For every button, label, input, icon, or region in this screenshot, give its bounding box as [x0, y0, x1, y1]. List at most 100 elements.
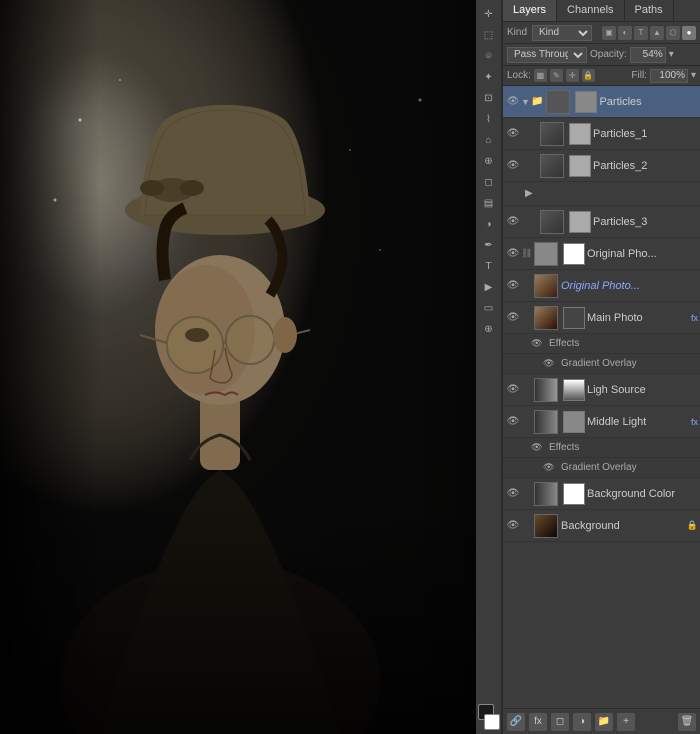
lock-icons: ▩ ✎ ✛ 🔒 — [534, 69, 595, 82]
fill-label: Fill: — [631, 70, 647, 81]
layer-thumb-particles-2 — [540, 154, 564, 178]
layer-mask-bg-color — [563, 483, 585, 505]
gradient-overlay-middle: 👁 Gradient Overlay — [503, 458, 700, 478]
tab-layers[interactable]: Layers — [503, 0, 557, 21]
layer-bg-color[interactable]: 👁 Background Color — [503, 478, 700, 510]
tool-eraser[interactable]: ◻ — [479, 172, 499, 192]
tool-zoom[interactable]: ⊕ — [479, 319, 499, 339]
layer-eye-particles-1[interactable]: 👁 — [505, 126, 521, 142]
layer-eye-middle[interactable]: 👁 — [505, 414, 521, 430]
layer-eye-ligh[interactable]: 👁 — [505, 382, 521, 398]
layer-ligh-source[interactable]: 👁 Ligh Source — [503, 374, 700, 406]
tool-dodge[interactable]: ◑ — [479, 214, 499, 234]
layer-eye-particles-3[interactable]: 👁 — [505, 214, 521, 230]
effects-eye-middle[interactable]: 👁 — [531, 442, 545, 453]
tool-gradient[interactable]: ▤ — [479, 193, 499, 213]
tool-marquee[interactable]: ⬚ — [479, 25, 499, 45]
tool-eyedropper[interactable]: ⌇ — [479, 109, 499, 129]
layer-mask-particles-1 — [569, 123, 591, 145]
new-group-button[interactable]: 📁 — [595, 713, 613, 731]
layer-background[interactable]: 👁 Background 🔒 — [503, 510, 700, 542]
layer-thumb-orig-smart — [534, 242, 558, 266]
filter-shape-icon[interactable]: ▲ — [650, 26, 664, 40]
opacity-input[interactable] — [630, 47, 666, 63]
tool-shape[interactable]: ▭ — [479, 298, 499, 318]
layer-eye-bg[interactable]: 👁 — [505, 518, 521, 534]
tool-pen[interactable]: ✒ — [479, 235, 499, 255]
lock-position-icon[interactable]: ✛ — [566, 69, 579, 82]
lock-transparent-icon[interactable]: ▩ — [534, 69, 547, 82]
add-mask-button[interactable]: ◻ — [551, 713, 569, 731]
filter-toggle-icon[interactable]: ● — [682, 26, 696, 40]
layer-eye-orig-smart[interactable]: 👁 — [505, 246, 521, 262]
lock-all-icon[interactable]: 🔒 — [582, 69, 595, 82]
layer-play-row[interactable]: ▶ — [503, 182, 700, 206]
layer-main-photo[interactable]: 👁 Main Photo fx — [503, 302, 700, 334]
layer-middle-light[interactable]: 👁 Middle Light fx — [503, 406, 700, 438]
layer-particles-1[interactable]: 👁 Particles_1 — [503, 118, 700, 150]
filter-label: Kind — [507, 27, 527, 38]
filter-type-icon[interactable]: T — [634, 26, 648, 40]
layer-particles[interactable]: 👁 ▼ 📁 Particles — [503, 86, 700, 118]
filter-adjust-icon[interactable]: ◐ — [618, 26, 632, 40]
layer-thumb-particles-3 — [540, 210, 564, 234]
tool-clone[interactable]: ⊕ — [479, 151, 499, 171]
layer-mask-orig-smart — [563, 243, 585, 265]
lock-row: Lock: ▩ ✎ ✛ 🔒 Fill: ▾ — [503, 66, 700, 86]
tool-path-select[interactable]: ▶ — [479, 277, 499, 297]
layers-panel: Layers Channels Paths Kind Kind ▣ ◐ T ▲ … — [502, 0, 700, 734]
opacity-arrow[interactable]: ▾ — [669, 49, 674, 60]
lock-label: Lock: — [507, 70, 531, 81]
tool-move[interactable]: ✛ — [479, 4, 499, 24]
layer-original-smart[interactable]: 👁 ⛓ Original Pho... — [503, 238, 700, 270]
lock-pixels-icon[interactable]: ✎ — [550, 69, 563, 82]
layer-particles-3[interactable]: 👁 Particles_3 — [503, 206, 700, 238]
tool-magic-wand[interactable]: ✦ — [479, 67, 499, 87]
layer-mask-particles — [575, 91, 597, 113]
tool-crop[interactable]: ⊡ — [479, 88, 499, 108]
layer-thumb-orig — [534, 274, 558, 298]
tab-paths[interactable]: Paths — [625, 0, 674, 21]
gradient-overlay-main-label: Gradient Overlay — [561, 358, 637, 369]
layer-lock-icon-bg: 🔒 — [687, 520, 698, 531]
gradient-eye-middle[interactable]: 👁 — [543, 462, 557, 473]
effects-middle: 👁 Effects — [503, 438, 700, 458]
layer-eye-particles-2[interactable]: 👁 — [505, 158, 521, 174]
layer-collapse-particles[interactable]: ▼ — [521, 97, 531, 107]
blend-mode-row: Pass Through Normal Multiply Screen Over… — [503, 44, 700, 66]
layer-eye-bg-color[interactable]: 👁 — [505, 486, 521, 502]
layer-name-main: Main Photo — [587, 312, 689, 324]
layer-name-bg-color: Background Color — [587, 488, 698, 500]
layer-thumb-particles-1 — [540, 122, 564, 146]
layer-eye-orig[interactable]: 👁 — [505, 278, 521, 294]
tool-lasso[interactable]: ⌾ — [479, 46, 499, 66]
layer-eye-main[interactable]: 👁 — [505, 310, 521, 326]
fill-arrow[interactable]: ▾ — [691, 70, 696, 81]
layer-mask-main — [563, 307, 585, 329]
tool-background-color[interactable] — [484, 714, 500, 730]
tab-channels[interactable]: Channels — [557, 0, 624, 21]
layer-particles-2[interactable]: 👁 Particles_2 — [503, 150, 700, 182]
filter-pixel-icon[interactable]: ▣ — [602, 26, 616, 40]
layer-mask-ligh — [563, 379, 585, 401]
layer-eye-particles[interactable]: 👁 — [505, 94, 521, 110]
blend-mode-select[interactable]: Pass Through Normal Multiply Screen Over… — [507, 47, 587, 63]
tool-text[interactable]: T — [479, 256, 499, 276]
opacity-label: Opacity: — [590, 49, 627, 60]
effects-eye-main[interactable]: 👁 — [531, 338, 545, 349]
delete-layer-button[interactable]: 🗑 — [678, 713, 696, 731]
layer-thumb-bg — [534, 514, 558, 538]
add-style-button[interactable]: fx — [529, 713, 547, 731]
play-icon[interactable]: ▶ — [525, 188, 533, 199]
filter-smart-icon[interactable]: ⬡ — [666, 26, 680, 40]
fill-input[interactable] — [650, 69, 688, 83]
layer-mask-particles-3 — [569, 211, 591, 233]
chain-icon: ⛓ — [521, 248, 531, 259]
filter-kind-select[interactable]: Kind — [532, 25, 592, 41]
tool-brush[interactable]: ⌂ — [479, 130, 499, 150]
link-layers-button[interactable]: 🔗 — [507, 713, 525, 731]
layer-original-photo[interactable]: 👁 Original Photo... — [503, 270, 700, 302]
gradient-eye-main[interactable]: 👁 — [543, 358, 557, 369]
new-layer-button[interactable]: + — [617, 713, 635, 731]
new-adjustment-button[interactable]: ◑ — [573, 713, 591, 731]
